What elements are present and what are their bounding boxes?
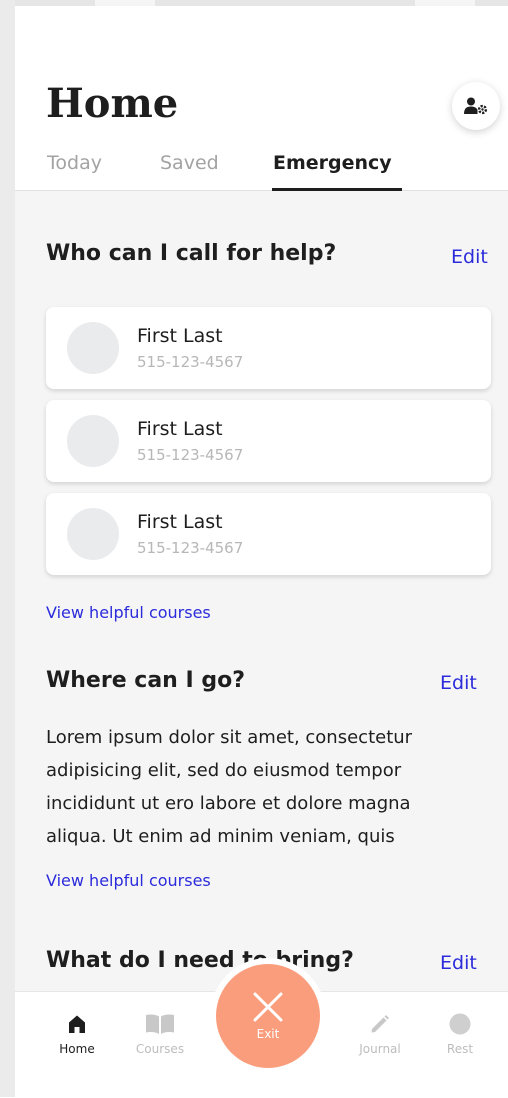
- edit-places-link[interactable]: Edit: [440, 672, 477, 694]
- nav-home[interactable]: Home: [47, 1010, 107, 1056]
- places-description: Lorem ipsum dolor sit amet, consectetur …: [46, 727, 413, 847]
- user-settings-icon: [464, 97, 488, 115]
- contact-phone: 515-123-4567: [137, 539, 244, 557]
- nav-courses-label: Courses: [135, 1042, 185, 1056]
- nav-journal-label: Journal: [359, 1042, 401, 1056]
- emergency-content: Who can I call for help? Edit First Last…: [15, 191, 508, 991]
- contact-card[interactable]: First Last 515-123-4567: [46, 493, 491, 575]
- nav-courses[interactable]: Courses: [130, 1010, 190, 1056]
- contact-card[interactable]: First Last 515-123-4567: [46, 400, 491, 482]
- go-section-title: Where can I go?: [46, 668, 245, 693]
- edit-contacts-link[interactable]: Edit: [451, 246, 488, 268]
- exit-label: Exit: [256, 1027, 280, 1041]
- exit-button[interactable]: Exit: [216, 964, 320, 1068]
- contact-name: First Last: [137, 325, 223, 347]
- home-icon: [69, 1015, 85, 1033]
- book-icon: [146, 1014, 174, 1034]
- contact-name: First Last: [137, 511, 223, 533]
- contact-card[interactable]: First Last 515-123-4567: [46, 307, 491, 389]
- nav-journal[interactable]: Journal: [350, 1010, 410, 1056]
- nav-rest[interactable]: Rest: [430, 1010, 490, 1056]
- avatar: [67, 322, 119, 374]
- top-strip-nub: [415, 0, 475, 6]
- contact-phone: 515-123-4567: [137, 353, 244, 371]
- profile-settings-button[interactable]: [452, 82, 500, 130]
- close-icon: [253, 992, 283, 1022]
- bring-section-title: What do I need to bring?: [46, 948, 354, 973]
- nav-rest-label: Rest: [446, 1042, 474, 1056]
- view-helpful-courses-link[interactable]: View helpful courses: [46, 871, 211, 890]
- nav-home-label: Home: [59, 1042, 95, 1056]
- edit-items-link[interactable]: Edit: [440, 952, 477, 974]
- contact-name: First Last: [137, 418, 223, 440]
- top-strip: [15, 0, 508, 6]
- pencil-icon: [371, 1015, 389, 1033]
- page-title: Home: [46, 80, 179, 127]
- tab-bar: Today Saved Emergency: [15, 150, 508, 191]
- circle-icon: [449, 1013, 471, 1035]
- avatar: [67, 415, 119, 467]
- contact-phone: 515-123-4567: [137, 446, 244, 464]
- tab-saved[interactable]: Saved: [160, 152, 219, 174]
- call-section-title: Who can I call for help?: [46, 241, 337, 266]
- avatar: [67, 508, 119, 560]
- tab-today[interactable]: Today: [47, 152, 102, 174]
- view-helpful-courses-link[interactable]: View helpful courses: [46, 603, 211, 622]
- tab-emergency[interactable]: Emergency: [273, 152, 392, 174]
- top-strip-nub: [95, 0, 155, 6]
